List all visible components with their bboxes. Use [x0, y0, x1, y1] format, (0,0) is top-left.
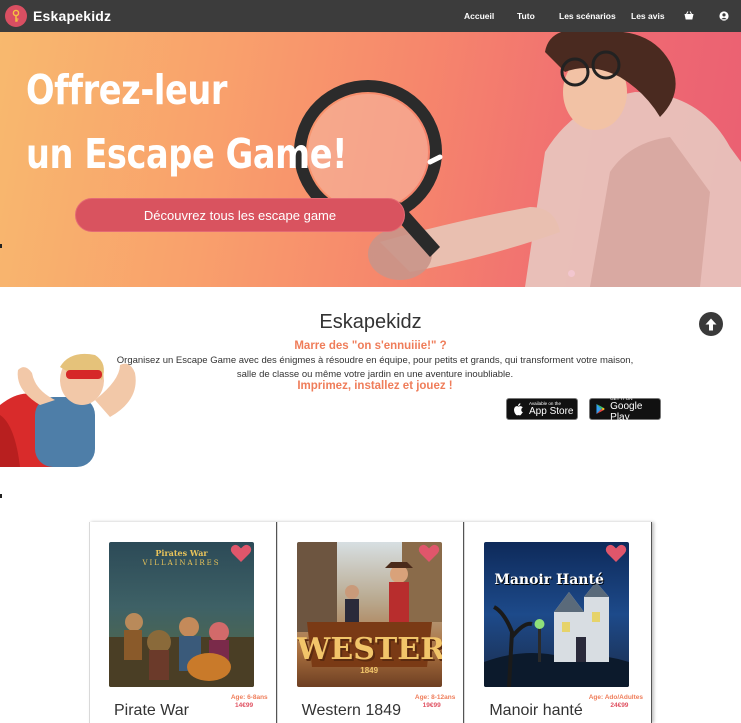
brand-name: Eskapekidz	[33, 8, 112, 24]
tagline: Marre des "on s'ennuiiie!" ?	[294, 340, 447, 352]
app-store-big-text: App Store	[529, 406, 574, 417]
app-store-button[interactable]: Available on the App Store	[506, 398, 578, 420]
product-name[interactable]: Western 1849	[302, 702, 401, 720]
heart-icon[interactable]	[418, 544, 440, 563]
hero-title-line-1: Offrez-leur	[26, 66, 228, 114]
product-price: 19€99	[422, 702, 441, 709]
product-image[interactable]: Pirates War VILLAINAIRES	[109, 542, 254, 687]
product-age: Age: 6-8ans	[230, 694, 268, 701]
product-age: Age: 8-12ans	[414, 694, 456, 701]
description-line-2: salle de classe ou même votre jardin en …	[236, 368, 514, 380]
user-icon[interactable]	[719, 11, 729, 21]
discover-escape-games-button[interactable]: Découvrez tous les escape game	[75, 198, 405, 232]
product-price: 24€99	[610, 702, 629, 709]
edge-marker	[0, 244, 2, 248]
arrow-up-icon	[705, 318, 717, 330]
product-card[interactable]: Manoir Hanté Manoir hanté Age: Ado/Adult…	[464, 522, 653, 723]
top-navbar: Eskapekidz Accueil Tuto Les scénarios Le…	[0, 0, 741, 32]
heart-icon[interactable]	[605, 544, 627, 563]
nav-link-scenarios[interactable]: Les scénarios	[559, 11, 616, 21]
hero-banner: Offrez-leur un Escape Game! Découvrez to…	[0, 32, 741, 287]
intro-description: Organisez un Escape Game avec des énigme…	[110, 354, 640, 381]
key-logo-icon	[5, 5, 27, 27]
edge-marker	[0, 494, 2, 498]
google-play-button[interactable]: GET IT ON Google Play	[589, 396, 661, 423]
play-store-icon	[596, 403, 605, 415]
basket-icon[interactable]	[684, 11, 694, 20]
brand[interactable]: Eskapekidz	[5, 5, 111, 27]
product-card[interactable]: WESTERN 1849 Western 1849 Age: 8-12ans 1…	[276, 522, 465, 723]
scroll-up-button[interactable]	[699, 312, 723, 336]
section-title: Eskapekidz	[319, 311, 422, 333]
call-to-action: Imprimez, installez et jouez !	[297, 380, 453, 392]
product-card[interactable]: Pirates War VILLAINAIRES Pirate War Age:…	[89, 522, 277, 723]
hero-title-line-2: un Escape Game!	[26, 130, 348, 178]
image-title: Manoir Hanté	[494, 572, 604, 588]
image-subtitle: 1849	[360, 666, 379, 675]
product-name[interactable]: Pirate War	[114, 702, 189, 720]
product-age: Age: Ado/Adultes	[588, 694, 644, 701]
description-line-1: Organisez un Escape Game avec des énigme…	[116, 355, 634, 366]
product-cards: Pirates War VILLAINAIRES Pirate War Age:…	[89, 522, 653, 723]
google-play-big-text: Google Play	[610, 400, 643, 423]
haunted-manor-illustration	[484, 582, 630, 687]
hero-child-illustration	[294, 32, 741, 287]
product-image[interactable]: Manoir Hanté	[484, 542, 630, 687]
nav-link-avis[interactable]: Les avis	[631, 11, 665, 21]
product-image[interactable]: WESTERN 1849	[296, 542, 442, 687]
nav-link-accueil[interactable]: Accueil	[464, 11, 494, 21]
heart-icon[interactable]	[230, 544, 252, 563]
carousel-dot[interactable]	[568, 270, 575, 277]
product-price: 14€99	[235, 702, 254, 709]
product-name[interactable]: Manoir hanté	[489, 702, 582, 720]
hero-title: Offrez-leur un Escape Game!	[26, 58, 347, 186]
image-title: WESTERN	[296, 632, 442, 667]
apple-icon	[514, 402, 523, 415]
nav-link-tuto[interactable]: Tuto	[517, 11, 535, 21]
